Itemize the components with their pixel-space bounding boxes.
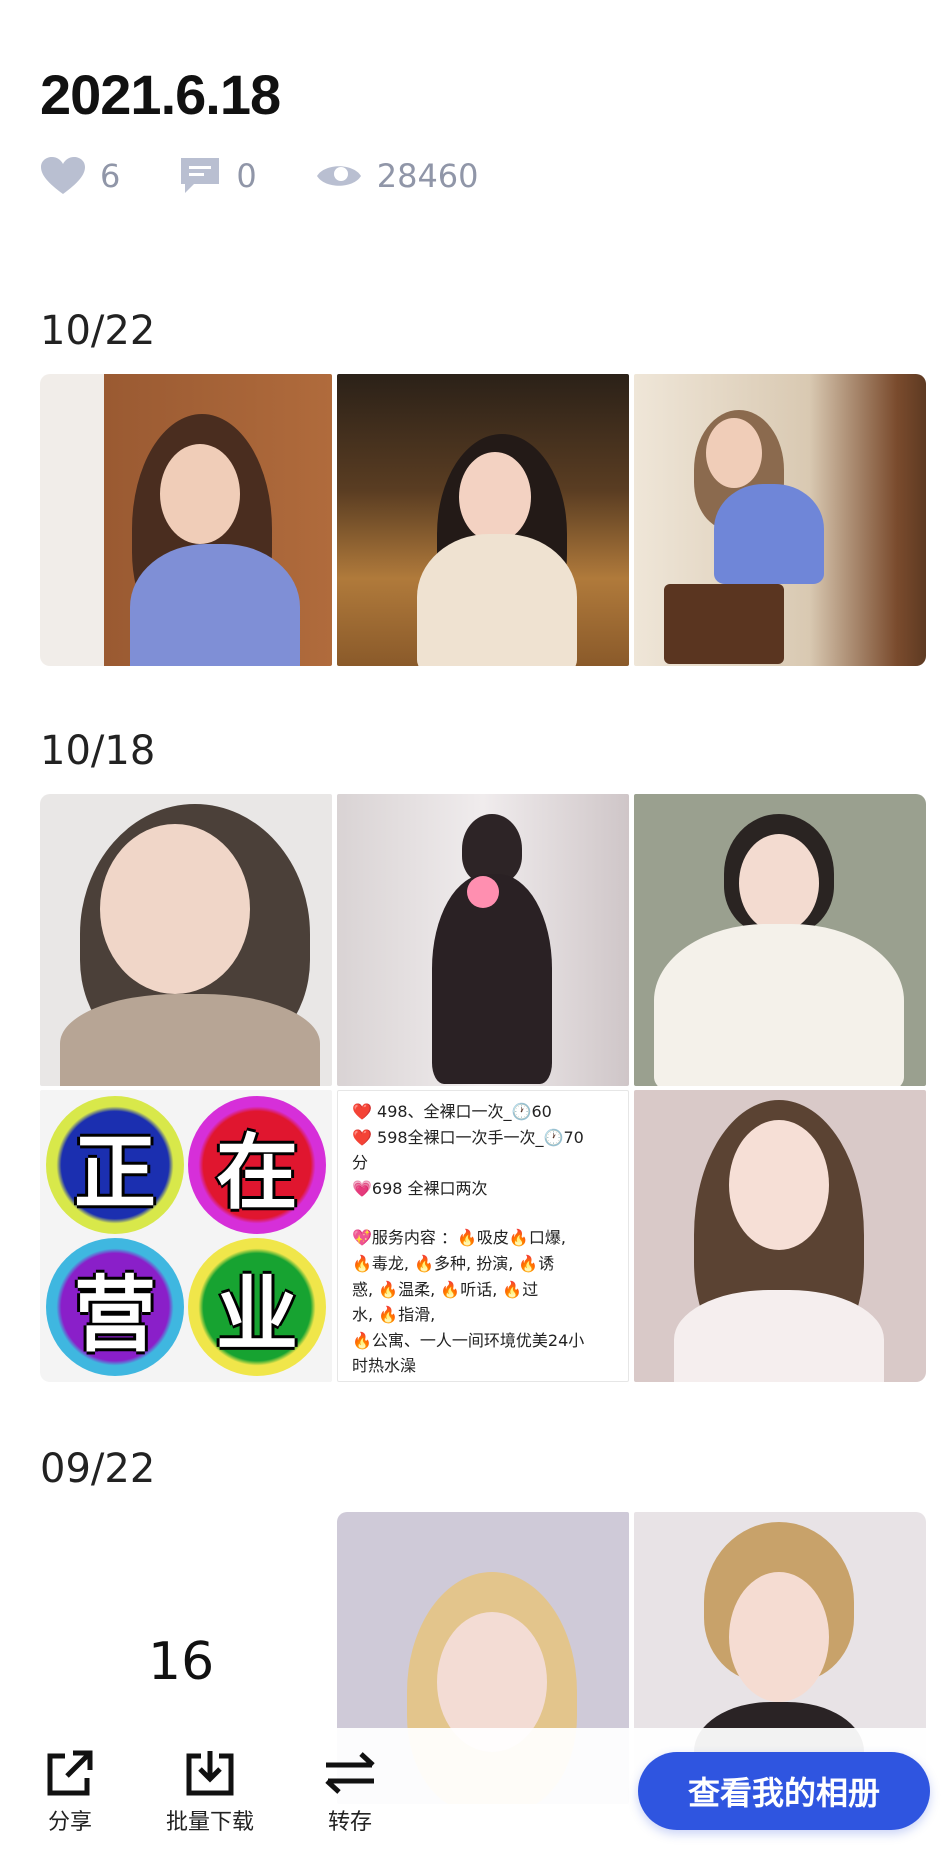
sign-char: 营 xyxy=(46,1238,184,1376)
transfer-label: 转存 xyxy=(327,1810,372,1835)
section-date-label: 10/18 xyxy=(40,728,156,774)
sign-char: 业 xyxy=(188,1238,326,1376)
text-line: 水, 🔥指滑, xyxy=(352,1305,436,1325)
text-line: 惑, 🔥温柔, 🔥听话, 🔥过 xyxy=(352,1279,539,1299)
text-line: ❤️ 498、全裸口一次_🕐60 xyxy=(352,1102,552,1121)
album-title: 2021.6.18 xyxy=(40,63,281,126)
stats-bar: 6 0 28460 xyxy=(40,150,537,202)
photo-count-label: 16 xyxy=(148,1632,215,1692)
text-line: ❤️ 598全裸口一次手一次_🕐70 xyxy=(352,1127,584,1147)
text-line: 时热水澡 xyxy=(352,1356,417,1376)
text-line: 🔥公寓、一人一间环境优美24小 xyxy=(352,1330,585,1350)
open-for-business-image[interactable]: 正 在 营 业 xyxy=(40,1090,332,1382)
batch-download-label: 批量下载 xyxy=(165,1810,254,1835)
text-line: 💗698 全裸口两次 xyxy=(352,1178,488,1198)
text-line: 💖服务内容 ：🔥吸皮🔥口爆, xyxy=(352,1228,566,1248)
photo-thumbnail[interactable] xyxy=(337,374,629,666)
comment-icon xyxy=(181,158,220,193)
sign-char: 在 xyxy=(188,1096,326,1234)
text-post-card[interactable]: ❤️ 498、全裸口一次_🕐60 ❤️ 598全裸口一次手一次_🕐70 分 💗6… xyxy=(337,1090,629,1382)
batch-download-button[interactable]: 批量下载 xyxy=(150,1748,270,1836)
share-label: 分享 xyxy=(47,1810,92,1835)
text-line: 分 xyxy=(352,1153,369,1173)
text-line: 🔥毒龙, 🔥多种, 扮演, 🔥诱 xyxy=(352,1253,555,1273)
share-icon xyxy=(47,1750,93,1796)
photo-thumbnail[interactable] xyxy=(40,794,332,1086)
likes-stat[interactable]: 6 xyxy=(40,156,120,196)
comments-count: 0 xyxy=(236,157,257,195)
photo-thumbnail[interactable] xyxy=(634,374,926,666)
eye-icon xyxy=(316,166,361,186)
photo-thumbnail[interactable] xyxy=(634,1090,926,1382)
views-count: 28460 xyxy=(376,157,479,195)
photo-thumbnail[interactable] xyxy=(40,374,332,666)
view-my-album-button[interactable]: 查看我的相册 xyxy=(638,1752,930,1830)
transfer-button[interactable]: 转存 xyxy=(290,1748,410,1836)
share-button[interactable]: 分享 xyxy=(10,1748,130,1836)
download-icon xyxy=(186,1751,234,1796)
views-stat: 28460 xyxy=(315,157,479,195)
photo-thumbnail[interactable] xyxy=(634,794,926,1086)
photo-thumbnail[interactable] xyxy=(337,794,629,1086)
section-date-label: 09/22 xyxy=(40,1446,156,1492)
transfer-icon xyxy=(325,1752,375,1794)
sign-char: 正 xyxy=(46,1096,184,1234)
section-date-label: 10/22 xyxy=(40,308,156,354)
heart-icon xyxy=(41,157,85,194)
comments-stat[interactable]: 0 xyxy=(178,156,257,196)
likes-count: 6 xyxy=(100,157,121,195)
